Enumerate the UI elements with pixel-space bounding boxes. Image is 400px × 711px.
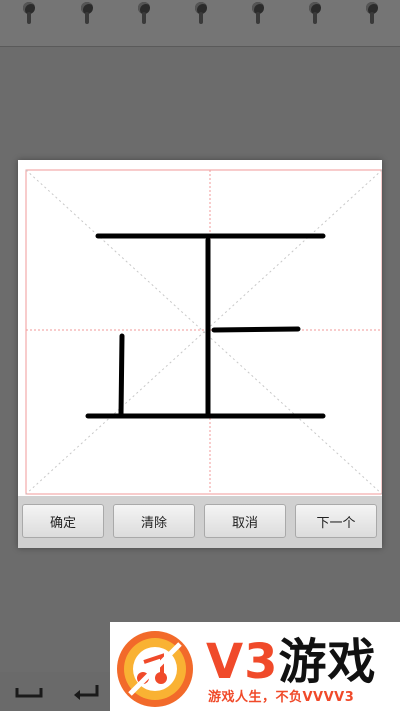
banner-title-v3: V3 (206, 634, 279, 690)
handwriting-dialog: 确定 清除 取消 下一个 (18, 160, 382, 548)
binding-ring (195, 2, 207, 24)
cancel-button[interactable]: 取消 (204, 504, 286, 538)
dialog-button-row: 确定 清除 取消 下一个 (18, 496, 382, 548)
v3-logo-icon (117, 631, 193, 707)
next-button[interactable]: 下一个 (295, 504, 377, 538)
handwritten-strokes (85, 233, 326, 419)
binding-ring (366, 2, 378, 24)
binding-ring (138, 2, 150, 24)
v3-game-banner: V3游戏 游戏人生，不负VVVV3 (110, 622, 400, 711)
banner-slogan: 游戏人生，不负VVVV3 (208, 690, 355, 705)
keyboard-bar (0, 672, 110, 711)
binding-ring (252, 2, 264, 24)
confirm-button[interactable]: 确定 (22, 504, 104, 538)
handwriting-canvas[interactable] (18, 160, 382, 496)
banner-title-game: 游戏 (278, 634, 377, 690)
binding-ring (23, 2, 35, 24)
enter-key-icon[interactable] (70, 682, 102, 702)
binding-ring (81, 2, 93, 24)
clear-button[interactable]: 清除 (113, 504, 195, 538)
space-key-icon[interactable] (14, 682, 44, 702)
binding-ring (309, 2, 321, 24)
spiral-binding (0, 0, 400, 47)
banner-title: V3游戏 (206, 622, 377, 692)
